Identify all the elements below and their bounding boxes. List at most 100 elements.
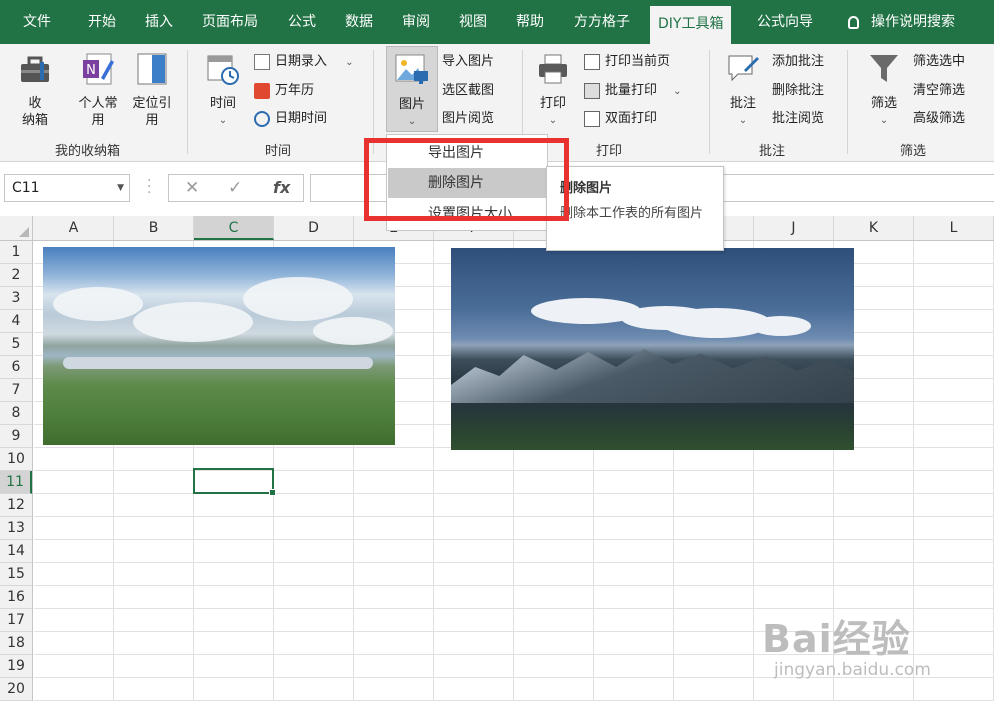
tab-insert[interactable]: 插入 — [145, 0, 173, 44]
row-header-7[interactable]: 7 — [0, 379, 32, 402]
tab-diy-toolbox[interactable]: DIY工具箱 — [650, 6, 732, 44]
funnel-icon — [870, 55, 898, 82]
picture-browse-label: 图片阅览 — [442, 111, 495, 126]
row-header-15[interactable]: 15 — [0, 563, 32, 586]
personal-common-button[interactable]: N 个人常 用 — [72, 52, 124, 129]
print-current-page-label: 打印当前页 — [605, 54, 671, 69]
locate-reference-button[interactable]: 定位引 用 — [126, 52, 178, 129]
region-screenshot-button[interactable]: 选区截图 — [442, 80, 494, 102]
cloud-shape — [313, 317, 393, 345]
column-header-d[interactable]: D — [274, 216, 354, 240]
name-box[interactable]: C11 ▼ — [4, 174, 130, 202]
tab-home[interactable]: 开始 — [88, 0, 116, 44]
onenote-icon: N — [83, 53, 114, 85]
group-separator — [187, 50, 188, 154]
date-grid-icon — [254, 53, 270, 70]
row-header-8[interactable]: 8 — [0, 402, 32, 425]
comment-button[interactable]: 批注 ⌄ — [722, 52, 764, 129]
tab-file[interactable]: 文件 — [23, 0, 51, 44]
clear-filter-button[interactable]: 清空筛选 — [913, 80, 965, 102]
date-entry-button[interactable]: 日期录入 ⌄ — [254, 51, 354, 73]
tab-page-layout[interactable]: 页面布局 — [202, 0, 258, 44]
storage-box-button[interactable]: 收 纳箱 — [12, 52, 58, 129]
row-header-13[interactable]: 13 — [0, 517, 32, 540]
picture-button[interactable]: 图片 ⌄ — [386, 46, 438, 132]
delete-comment-button[interactable]: 删除批注 — [772, 80, 824, 102]
group-separator — [847, 50, 848, 154]
date-time-button[interactable]: 日期时间 — [254, 108, 327, 130]
row-header-2[interactable]: 2 — [0, 264, 32, 287]
column-header-b[interactable]: B — [114, 216, 194, 240]
picture-monitor-icon — [395, 54, 428, 84]
column-header-c[interactable]: C — [194, 216, 274, 240]
row-header-11[interactable]: 11 — [0, 471, 32, 494]
column-header-k[interactable]: K — [834, 216, 914, 240]
comment-bubble-icon — [728, 55, 759, 82]
filter-button[interactable]: 筛选 ⌄ — [862, 52, 906, 129]
row-header-4[interactable]: 4 — [0, 310, 32, 333]
print-current-page-button[interactable]: 打印当前页 — [584, 51, 670, 73]
search-label: 操作说明搜索 — [871, 14, 955, 30]
tab-fangfang[interactable]: 方方格子 — [574, 0, 630, 44]
column-header-j[interactable]: J — [754, 216, 834, 240]
add-comment-button[interactable]: 添加批注 — [772, 51, 824, 73]
advanced-filter-button[interactable]: 高级筛选 — [913, 108, 965, 130]
row-headers: 1 2 3 4 5 6 7 8 9 10 11 12 13 14 15 16 17 18 19 20 — [0, 241, 33, 701]
grassland-lake-picture[interactable] — [43, 247, 395, 445]
print-button[interactable]: 打印 ⌄ — [532, 52, 574, 129]
row-header-3[interactable]: 3 — [0, 287, 32, 310]
row-header-1[interactable]: 1 — [0, 241, 32, 264]
row-header-16[interactable]: 16 — [0, 586, 32, 609]
time-button[interactable]: 时间 ⌄ — [202, 52, 244, 129]
row-header-10[interactable]: 10 — [0, 448, 32, 471]
picture-browse-button[interactable]: 图片阅览 — [442, 108, 494, 130]
column-header-a[interactable]: A — [34, 216, 114, 240]
tab-formulas[interactable]: 公式 — [288, 0, 316, 44]
batch-print-button[interactable]: 批量打印 ⌄ — [584, 80, 682, 102]
tab-help[interactable]: 帮助 — [516, 0, 544, 44]
picture-label: 图片 — [398, 97, 425, 112]
comment-browse-button[interactable]: 批注阅览 — [772, 108, 824, 130]
calendar-button[interactable]: 万年历 — [254, 80, 314, 102]
row-header-9[interactable]: 9 — [0, 425, 32, 448]
row-header-6[interactable]: 6 — [0, 356, 32, 379]
toolbox-icon — [21, 56, 49, 82]
row-header-19[interactable]: 19 — [0, 655, 32, 678]
row-header-12[interactable]: 12 — [0, 494, 32, 517]
chevron-down-icon[interactable]: ▼ — [117, 175, 124, 201]
delete-comment-label: 删除批注 — [772, 83, 825, 98]
chevron-down-icon: ⌄ — [345, 57, 354, 68]
baidu-watermark: Bai经验 jingyan.baidu.com — [756, 602, 992, 692]
column-header-l[interactable]: L — [914, 216, 994, 240]
row-header-5[interactable]: 5 — [0, 333, 32, 356]
tell-me-search[interactable]: 操作说明搜索 — [848, 0, 955, 44]
tab-view[interactable]: 视图 — [459, 0, 487, 44]
import-picture-button[interactable]: 导入图片 — [442, 51, 494, 73]
cloud-shape — [751, 316, 811, 336]
enter-check-icon[interactable]: ✓ — [228, 178, 242, 198]
row-header-14[interactable]: 14 — [0, 540, 32, 563]
calendar-label: 万年历 — [275, 83, 315, 98]
tab-data[interactable]: 数据 — [345, 0, 373, 44]
region-screenshot-label: 选区截图 — [442, 83, 495, 98]
cancel-icon[interactable]: ✕ — [185, 178, 199, 198]
mountain-range-shape — [451, 349, 854, 403]
add-comment-label: 添加批注 — [772, 54, 825, 69]
menu-bar: 文件 开始 插入 页面布局 公式 数据 审阅 视图 帮助 方方格子 DIY工具箱… — [0, 0, 994, 44]
duplex-print-button[interactable]: 双面打印 — [584, 108, 657, 130]
advanced-filter-label: 高级筛选 — [913, 111, 966, 126]
row-header-17[interactable]: 17 — [0, 609, 32, 632]
page-print-icon — [584, 53, 600, 70]
active-cell-c11[interactable] — [193, 468, 276, 496]
tab-formula-wizard[interactable]: 公式向导 — [757, 0, 813, 44]
storage-box-label: 收 纳箱 — [21, 96, 48, 128]
snow-mountain-picture[interactable] — [451, 248, 854, 450]
select-all-corner[interactable] — [0, 216, 33, 240]
insert-function-icon[interactable]: fx — [273, 178, 290, 197]
filter-selected-button[interactable]: 筛选选中 — [913, 51, 965, 73]
row-header-18[interactable]: 18 — [0, 632, 32, 655]
drag-handle-icon[interactable]: · · · — [147, 174, 153, 200]
comment-label: 批注 — [729, 96, 756, 111]
watermark-url: jingyan.baidu.com — [774, 660, 931, 680]
tab-review[interactable]: 审阅 — [402, 0, 430, 44]
